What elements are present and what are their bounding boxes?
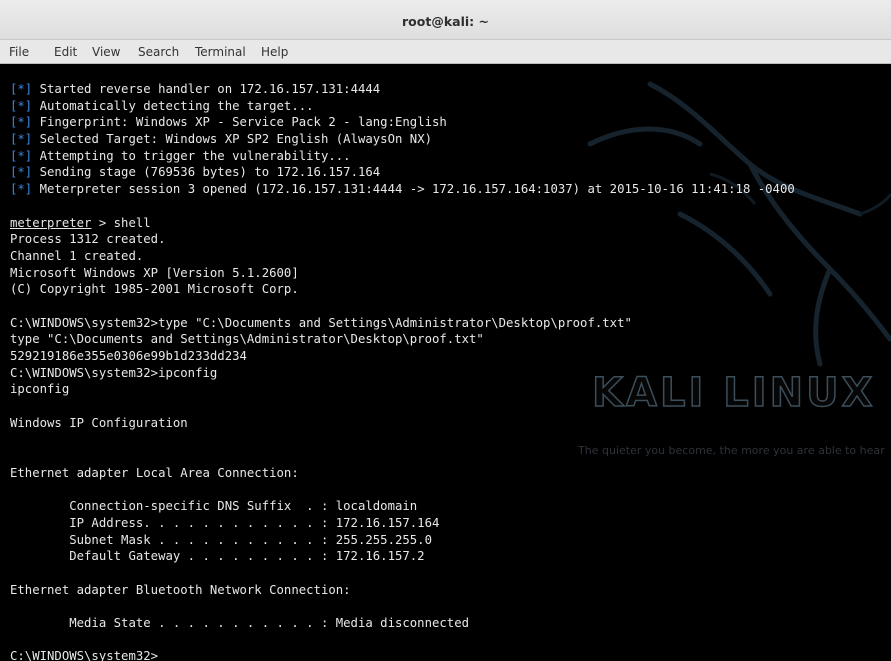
status-text: Started reverse handler on 172.16.157.13… xyxy=(39,82,381,96)
shell-line: 529219186e355e0306e99b1d233dd234 xyxy=(10,349,247,363)
status-tag: [*] xyxy=(10,182,33,197)
menu-help[interactable]: Help xyxy=(261,45,288,59)
menu-edit[interactable]: Edit xyxy=(54,45,77,59)
status-line: [*] Started reverse handler on 172.16.15… xyxy=(10,81,795,98)
shell-line: Connection-specific DNS Suffix . : local… xyxy=(10,499,418,514)
shell-line: Channel 1 created. xyxy=(10,248,144,263)
status-tag: [*] xyxy=(10,115,33,130)
terminal-output: [*] Started reverse handler on 172.16.15… xyxy=(10,81,795,661)
window-title: root@kali: ~ xyxy=(402,14,489,29)
shell-line: ipconfig xyxy=(10,382,70,397)
shell-line: Subnet Mask . . . . . . . . . . . : 255.… xyxy=(10,532,432,547)
shell-line: C:\WINDOWS\system32>ipconfig xyxy=(10,365,218,380)
shell-line xyxy=(10,298,795,315)
terminal-area[interactable]: KALI LINUX The quieter you become, the m… xyxy=(0,64,891,661)
shell-line xyxy=(10,598,795,615)
status-text: Meterpreter session 3 opened (172.16.157… xyxy=(39,182,795,197)
status-text: Automatically detecting the target... xyxy=(39,98,314,113)
shell-line xyxy=(10,565,795,582)
shell-line: Microsoft Windows XP [Version 5.1.2600] xyxy=(10,265,299,280)
shell-line: Default Gateway . . . . . . . . . : 172.… xyxy=(10,549,425,564)
status-text: Sending stage (769536 bytes) to 172.16.1… xyxy=(39,165,381,180)
title-bar[interactable]: root@kali: ~ xyxy=(0,0,891,40)
menu-view[interactable]: View xyxy=(92,45,120,59)
status-line: [*] Sending stage (769536 bytes) to 172.… xyxy=(10,164,795,181)
shell-line: C:\WINDOWS\system32> xyxy=(10,649,159,661)
status-line: [*] Selected Target: Windows XP SP2 Engl… xyxy=(10,131,795,148)
meterpreter-prompt: meterpreter xyxy=(10,215,92,230)
shell-line xyxy=(10,482,795,499)
status-tag: [*] xyxy=(10,82,33,96)
status-tag: [*] xyxy=(10,165,33,180)
shell-line xyxy=(10,398,795,415)
status-line: [*] Attempting to trigger the vulnerabil… xyxy=(10,148,795,165)
status-line: [*] Fingerprint: Windows XP - Service Pa… xyxy=(10,114,795,131)
menu-bar: File Edit View Search Terminal Help xyxy=(0,40,891,64)
shell-line: type "C:\Documents and Settings\Administ… xyxy=(10,332,484,347)
shell-line: Process 1312 created. xyxy=(10,232,166,247)
menu-search[interactable]: Search xyxy=(138,45,179,59)
status-text: Selected Target: Windows XP SP2 English … xyxy=(39,132,433,147)
shell-line: IP Address. . . . . . . . . . . . : 172.… xyxy=(10,515,440,530)
status-text: Fingerprint: Windows XP - Service Pack 2… xyxy=(39,115,447,130)
status-tag: [*] xyxy=(10,98,33,113)
meterpreter-prompt-line: meterpreter > shell xyxy=(10,215,795,232)
status-line: [*] Meterpreter session 3 opened (172.16… xyxy=(10,181,795,198)
terminal-window: root@kali: ~ File Edit View Search Termi… xyxy=(0,0,891,661)
shell-line: Ethernet adapter Local Area Connection: xyxy=(10,465,299,480)
menu-terminal[interactable]: Terminal xyxy=(195,45,246,59)
shell-line xyxy=(10,431,795,448)
shell-line xyxy=(10,632,795,649)
status-line: [*] Automatically detecting the target..… xyxy=(10,98,795,115)
status-text: Attempting to trigger the vulnerability.… xyxy=(39,148,351,163)
shell-line: C:\WINDOWS\system32>type "C:\Documents a… xyxy=(10,315,632,330)
status-tag: [*] xyxy=(10,132,33,147)
shell-line: (C) Copyright 1985-2001 Microsoft Corp. xyxy=(10,282,299,297)
shell-line: Windows IP Configuration xyxy=(10,415,188,430)
menu-file[interactable]: File xyxy=(9,45,29,59)
shell-line: Media State . . . . . . . . . . . : Medi… xyxy=(10,616,470,630)
meterpreter-command: > shell xyxy=(91,215,151,230)
shell-line xyxy=(10,448,795,465)
shell-line: Ethernet adapter Bluetooth Network Conne… xyxy=(10,582,351,597)
status-tag: [*] xyxy=(10,148,33,163)
